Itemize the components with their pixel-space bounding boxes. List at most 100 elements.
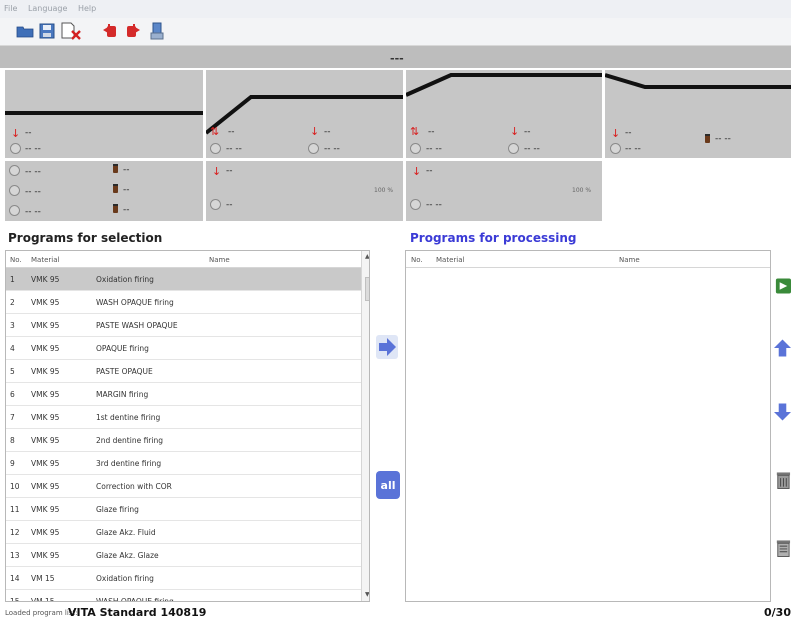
table-row[interactable]: 7 VMK 95 1st dentine firing xyxy=(6,406,361,429)
temperature-down-icon: ↓ xyxy=(212,165,222,178)
stage-value: -- xyxy=(324,127,331,137)
delete-all-button[interactable] xyxy=(774,537,791,559)
table-row[interactable]: 11 VMK 95 Glaze firing xyxy=(6,498,361,521)
stage-percent: 100 % xyxy=(572,187,592,194)
start-program-button[interactable] xyxy=(774,275,791,297)
processing-table: No. Material Name xyxy=(405,250,771,602)
trash-all-icon xyxy=(776,540,791,557)
row-material: VM 15 xyxy=(31,597,55,602)
delete-program-button[interactable] xyxy=(774,469,791,491)
column-material[interactable]: Material xyxy=(436,256,464,264)
table-row[interactable]: 8 VMK 95 2nd dentine firing xyxy=(6,429,361,452)
save-icon[interactable] xyxy=(38,22,56,40)
stage-value: -- -- xyxy=(25,187,41,197)
row-name: OPAQUE firing xyxy=(96,344,149,353)
arrow-up-icon xyxy=(774,339,791,357)
status-bar: Loaded program list: VITA Standard 14081… xyxy=(0,605,791,620)
table-header: No. Material Name xyxy=(6,251,361,268)
row-name: WASH OPAQUE firing xyxy=(96,298,174,307)
stage-panel-3[interactable]: ⇅ -- ↓ -- -- -- -- -- xyxy=(406,70,602,158)
temperature-down-icon: ↓ xyxy=(611,127,621,140)
menu-file[interactable]: File xyxy=(0,0,21,13)
vacuum-icon xyxy=(9,205,20,216)
row-name: Oxidation firing xyxy=(96,574,154,583)
add-program-button[interactable] xyxy=(376,334,398,360)
table-row[interactable]: 1 VMK 95 Oxidation firing xyxy=(6,268,361,291)
table-row[interactable]: 6 VMK 95 MARGIN firing xyxy=(6,383,361,406)
table-row[interactable]: 13 VMK 95 Glaze Akz. Glaze xyxy=(6,544,361,567)
stage-percent: 100 % xyxy=(374,187,394,194)
scroll-thumb[interactable] xyxy=(365,277,369,301)
column-material[interactable]: Material xyxy=(31,256,59,264)
row-name: PASTE WASH OPAQUE xyxy=(96,321,178,330)
table-row[interactable]: 5 VMK 95 PASTE OPAQUE xyxy=(6,360,361,383)
vacuum-icon xyxy=(410,199,421,210)
column-no[interactable]: No. xyxy=(10,256,22,264)
row-material: VMK 95 xyxy=(31,275,60,284)
vacuum-icon xyxy=(508,143,519,154)
table-row[interactable]: 15 VM 15 WASH OPAQUE firing xyxy=(6,590,361,602)
scroll-down-icon[interactable]: ▼ xyxy=(365,591,369,598)
row-material: VMK 95 xyxy=(31,459,60,468)
material-bottle-icon xyxy=(705,134,710,143)
hand-right-icon[interactable] xyxy=(124,22,142,40)
row-material: VMK 95 xyxy=(31,528,60,537)
firing-header-bar: --- xyxy=(0,46,791,68)
row-no: 10 xyxy=(10,482,20,491)
row-material: VMK 95 xyxy=(31,367,60,376)
stage-value: -- xyxy=(226,166,233,176)
move-up-button[interactable] xyxy=(774,337,791,359)
column-name[interactable]: Name xyxy=(209,256,230,264)
table-row[interactable]: 14 VM 15 Oxidation firing xyxy=(6,567,361,590)
delete-icon[interactable] xyxy=(60,22,82,40)
row-name: MARGIN firing xyxy=(96,390,149,399)
table-row[interactable]: 3 VMK 95 PASTE WASH OPAQUE xyxy=(6,314,361,337)
row-no: 9 xyxy=(10,459,15,468)
menu-help[interactable]: Help xyxy=(74,0,100,13)
stage-panel-4[interactable]: ↓ -- -- -- -- -- xyxy=(605,70,791,158)
stage-panel-5[interactable]: -- -- -- -- -- -- -- -- -- xyxy=(5,161,203,221)
status-label: Loaded program list: xyxy=(5,609,78,617)
hand-left-icon[interactable] xyxy=(101,22,119,40)
vacuum-icon xyxy=(410,143,421,154)
header-mark: --- xyxy=(390,52,404,65)
row-no: 6 xyxy=(10,390,15,399)
loaded-program-list: VITA Standard 140819 xyxy=(68,606,207,619)
stage-value: -- -- xyxy=(324,144,340,154)
vacuum-icon xyxy=(9,185,20,196)
add-all-button[interactable]: all xyxy=(376,471,400,499)
row-material: VMK 95 xyxy=(31,298,60,307)
stage-value: -- xyxy=(426,166,433,176)
stage-panel-6[interactable]: ↓ -- 100 % -- xyxy=(206,161,403,221)
scrollbar[interactable]: ▲ ▼ xyxy=(361,251,369,601)
stage-value: -- xyxy=(625,128,632,138)
add-all-label: all xyxy=(380,478,396,492)
trash-icon xyxy=(776,472,791,489)
row-no: 7 xyxy=(10,413,15,422)
row-material: VMK 95 xyxy=(31,321,60,330)
stage-panel-2[interactable]: ⇅ -- ↓ -- -- -- -- -- xyxy=(206,70,403,158)
selection-table: No. Material Name 1 VMK 95 Oxidation firin… xyxy=(5,250,370,602)
column-name[interactable]: Name xyxy=(619,256,640,264)
stage-value: -- -- xyxy=(715,134,731,144)
row-name: 2nd dentine firing xyxy=(96,436,163,445)
folder-icon[interactable] xyxy=(16,22,34,40)
table-row[interactable]: 9 VMK 95 3rd dentine firing xyxy=(6,452,361,475)
move-down-button[interactable] xyxy=(774,401,791,423)
material-bottle-icon xyxy=(113,184,118,193)
device-icon[interactable] xyxy=(148,22,166,40)
scroll-up-icon[interactable]: ▲ xyxy=(365,253,369,260)
stage-value: -- xyxy=(123,165,130,175)
row-no: 12 xyxy=(10,528,20,537)
stage-value: -- -- xyxy=(25,144,41,154)
vacuum-icon xyxy=(210,143,221,154)
table-row[interactable]: 10 VMK 95 Correction with COR xyxy=(6,475,361,498)
table-row[interactable]: 2 VMK 95 WASH OPAQUE firing xyxy=(6,291,361,314)
column-no[interactable]: No. xyxy=(411,256,423,264)
table-row[interactable]: 12 VMK 95 Glaze Akz. Fluid xyxy=(6,521,361,544)
stage-panel-1[interactable]: ↓ -- -- -- xyxy=(5,70,203,158)
stage-panel-7[interactable]: ↓ -- 100 % -- -- xyxy=(406,161,602,221)
row-no: 2 xyxy=(10,298,15,307)
menu-language[interactable]: Language xyxy=(24,0,71,13)
table-row[interactable]: 4 VMK 95 OPAQUE firing xyxy=(6,337,361,360)
